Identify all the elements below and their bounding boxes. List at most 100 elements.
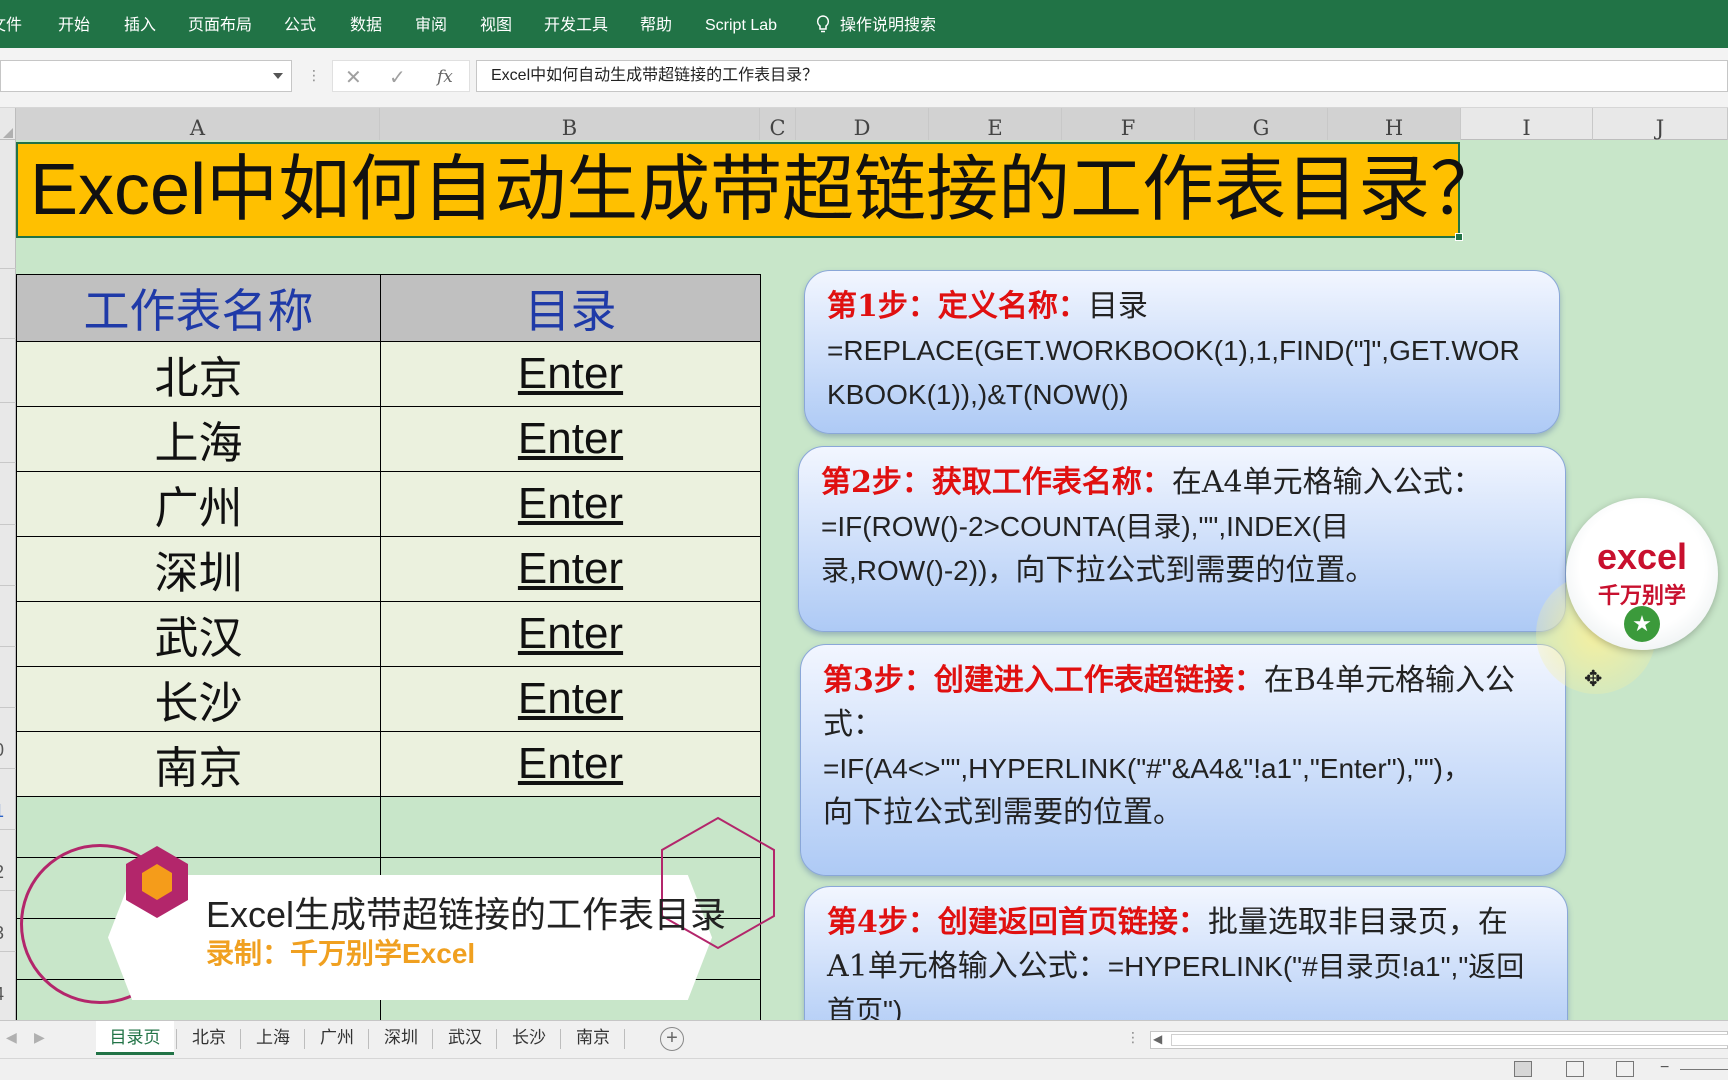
status-bar: − — [0, 1058, 1728, 1080]
sheet-name-cell[interactable]: 长沙 — [17, 667, 381, 732]
tell-me-search[interactable]: 操作说明搜索 — [816, 0, 936, 48]
row-number[interactable]: 0 — [0, 740, 14, 761]
zoom-out-icon[interactable]: − — [1660, 1059, 1669, 1077]
column-header-i[interactable]: I — [1461, 108, 1593, 140]
row-divider — [0, 268, 16, 269]
column-header-f[interactable]: F — [1062, 108, 1195, 140]
more-icon[interactable]: ⋮ — [1126, 1029, 1140, 1046]
select-all-corner[interactable] — [0, 108, 16, 140]
row-number[interactable]: 2 — [0, 862, 14, 883]
more-icon[interactable]: ⋮ — [307, 68, 321, 82]
row-number[interactable]: 1 — [0, 801, 14, 822]
tab-home[interactable]: 开始 — [58, 0, 90, 48]
step-text: 在A4单元格输入公式： — [1172, 465, 1483, 500]
function-icon[interactable]: fx — [437, 67, 453, 87]
tab-help[interactable]: 帮助 — [640, 0, 672, 48]
sheet-tab-directory[interactable]: 目录页 — [96, 1021, 174, 1055]
hyperlink-cell[interactable]: Enter — [381, 537, 761, 602]
hyperlink-cell[interactable]: Enter — [381, 472, 761, 537]
tab-separator — [560, 1029, 561, 1049]
formula-input[interactable]: Excel中如何自动生成带超链接的工作表目录？ — [476, 60, 1728, 92]
step-2-callout: 第2步：获取工作表名称：在A4单元格输入公式： =IF(ROW()-2>COUN… — [798, 446, 1566, 632]
tab-developer[interactable]: 开发工具 — [544, 0, 608, 48]
table-row: 长沙 Enter — [17, 667, 761, 732]
row-divider — [0, 524, 16, 525]
sheet-name-cell[interactable]: 广州 — [17, 472, 381, 537]
step-label: 第3步：创建进入工作表超链接： — [823, 663, 1264, 698]
column-header-g[interactable]: G — [1195, 108, 1328, 140]
tab-formulas[interactable]: 公式 — [284, 0, 316, 48]
formula-buttons: ✕ ✓ fx — [332, 60, 470, 92]
sheet-name-cell[interactable]: 南京 — [17, 732, 381, 797]
tab-separator — [432, 1029, 433, 1049]
column-header-a[interactable]: A — [16, 108, 380, 140]
caption-title: Excel生成带超链接的工作表目录 — [206, 886, 726, 938]
header-sheet-name[interactable]: 工作表名称 — [17, 275, 381, 342]
row-divider — [0, 585, 16, 586]
tab-file[interactable]: 文件 — [0, 0, 22, 48]
chevron-down-icon[interactable] — [273, 73, 283, 79]
column-header-j[interactable]: J — [1593, 108, 1728, 140]
tab-page-layout[interactable]: 页面布局 — [188, 0, 252, 48]
sheet-tab-changsha[interactable]: 长沙 — [498, 1021, 560, 1055]
row-divider — [0, 829, 16, 830]
tab-view[interactable]: 视图 — [480, 0, 512, 48]
scroll-left-icon[interactable]: ◀ — [1153, 1032, 1162, 1046]
add-sheet-icon[interactable]: + — [660, 1027, 684, 1051]
scroll-right-icon[interactable]: ▶ — [34, 1029, 45, 1046]
row-divider — [0, 462, 16, 463]
page-break-view-icon[interactable] — [1616, 1061, 1634, 1077]
step-label: 第2步：获取工作表名称： — [821, 465, 1172, 500]
sheet-name-cell[interactable]: 武汉 — [17, 602, 381, 667]
column-header-c[interactable]: C — [760, 108, 796, 140]
column-header-b[interactable]: B — [380, 108, 760, 140]
sheet-name-cell[interactable]: 北京 — [17, 342, 381, 407]
sheet-grid[interactable]: 0 1 2 3 4 Excel中如何自动生成带超链接的工作表目录？ 工作表名称 … — [0, 140, 1728, 1020]
fill-handle[interactable] — [1455, 233, 1463, 241]
tab-script-lab[interactable]: Script Lab — [705, 0, 777, 48]
step-3-callout: 第3步：创建进入工作表超链接：在B4单元格输入公式： =IF(A4<>"",HY… — [800, 644, 1566, 876]
name-box[interactable] — [0, 60, 292, 92]
enter-icon[interactable]: ✓ — [389, 65, 406, 90]
step-text: 目录 — [1088, 289, 1148, 324]
row-number[interactable]: 3 — [0, 923, 14, 944]
column-header-d[interactable]: D — [796, 108, 929, 140]
zoom-slider[interactable] — [1680, 1069, 1728, 1070]
sheet-tab-nanjing[interactable]: 南京 — [562, 1021, 624, 1055]
ribbon: 文件 开始 插入 页面布局 公式 数据 审阅 视图 开发工具 帮助 Script… — [0, 0, 1728, 48]
scroll-left-icon[interactable]: ◀ — [6, 1029, 17, 1046]
page-layout-view-icon[interactable] — [1566, 1061, 1584, 1077]
row-divider — [0, 646, 16, 647]
sheet-tab-shanghai[interactable]: 上海 — [242, 1021, 304, 1055]
tab-review[interactable]: 审阅 — [415, 0, 447, 48]
tell-me-label: 操作说明搜索 — [840, 17, 936, 34]
step-label: 第1步：定义名称： — [827, 289, 1088, 324]
scrollbar-thumb[interactable] — [1171, 1034, 1728, 1046]
sheet-name-cell[interactable]: 上海 — [17, 407, 381, 472]
tab-data[interactable]: 数据 — [350, 0, 382, 48]
normal-view-icon[interactable] — [1514, 1061, 1532, 1077]
sheet-tab-guangzhou[interactable]: 广州 — [306, 1021, 368, 1055]
sheet-tabs-bar: ◀ ▶ 目录页 北京 上海 广州 深圳 武汉 长沙 南京 + ⋮ ◀ — [0, 1020, 1728, 1058]
hyperlink-cell[interactable]: Enter — [381, 342, 761, 407]
sheet-name-cell[interactable]: 深圳 — [17, 537, 381, 602]
title-cell[interactable]: Excel中如何自动生成带超链接的工作表目录？ — [16, 142, 1460, 238]
horizontal-scrollbar[interactable]: ◀ — [1150, 1031, 1728, 1049]
header-directory[interactable]: 目录 — [381, 275, 761, 342]
hyperlink-cell[interactable]: Enter — [381, 407, 761, 472]
table-row: 广州 Enter — [17, 472, 761, 537]
tab-insert[interactable]: 插入 — [124, 0, 156, 48]
hyperlink-cell[interactable]: Enter — [381, 667, 761, 732]
hyperlink-cell[interactable]: Enter — [381, 732, 761, 797]
column-header-h[interactable]: H — [1328, 108, 1461, 140]
row-number[interactable]: 4 — [0, 984, 14, 1005]
column-header-e[interactable]: E — [929, 108, 1062, 140]
cancel-icon[interactable]: ✕ — [345, 65, 362, 90]
sheet-tab-beijing[interactable]: 北京 — [178, 1021, 240, 1055]
step-4-callout: 第4步：创建返回首页链接：批量选取非目录页，在A1单元格输入公式：=HYPERL… — [804, 886, 1568, 1020]
tab-separator — [496, 1029, 497, 1049]
sheet-tab-wuhan[interactable]: 武汉 — [434, 1021, 496, 1055]
hyperlink-cell[interactable]: Enter — [381, 602, 761, 667]
cell-cursor-icon: ✥ — [1584, 666, 1602, 692]
sheet-tab-shenzhen[interactable]: 深圳 — [370, 1021, 432, 1055]
